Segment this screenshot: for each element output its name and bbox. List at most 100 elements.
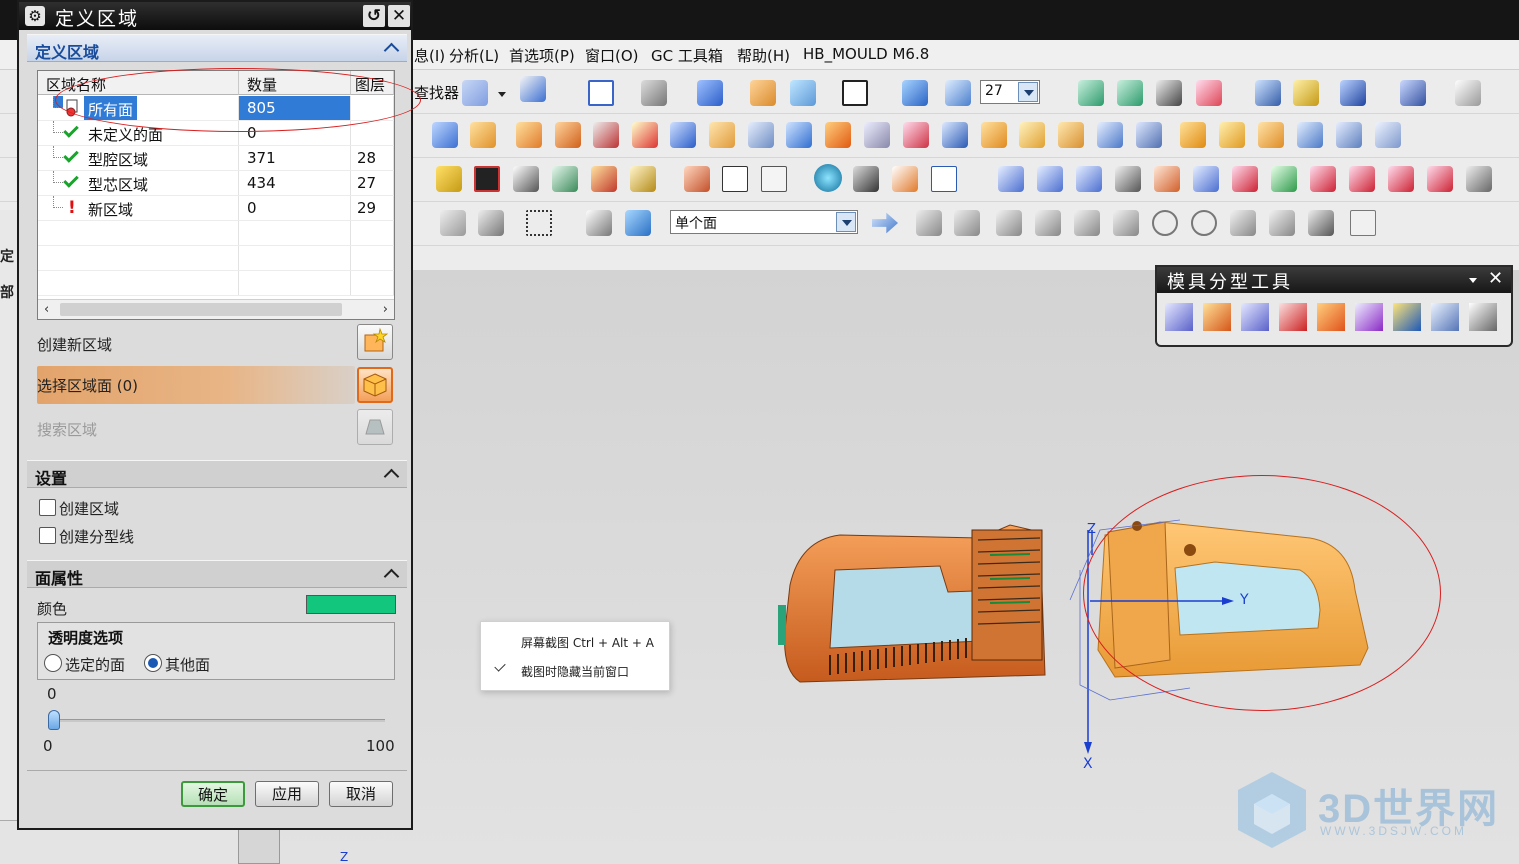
monitor-icon[interactable] — [474, 166, 500, 192]
plane-icon[interactable] — [790, 80, 816, 106]
collapse-icon[interactable] — [383, 566, 401, 584]
sphere-icon[interactable] — [814, 164, 842, 192]
mould-init-icon[interactable] — [1117, 80, 1143, 106]
box-icon[interactable] — [942, 122, 968, 148]
gear-icon[interactable]: ⚙ — [25, 6, 45, 26]
blend-icon[interactable] — [825, 122, 851, 148]
apply-button[interactable]: 应用 — [255, 781, 319, 807]
menu-preferences[interactable]: 首选项(P) — [509, 45, 575, 66]
face-select-13-icon[interactable] — [1466, 166, 1492, 192]
pin-icon[interactable] — [591, 166, 617, 192]
face-select-3-icon[interactable] — [1076, 166, 1102, 192]
select-region-faces-row[interactable]: 选择区域面 (0) — [37, 366, 355, 404]
region-analysis-icon[interactable] — [1165, 303, 1193, 331]
snap-point-icon[interactable] — [916, 210, 942, 236]
radio-selected-faces[interactable] — [44, 654, 62, 672]
analysis-icon[interactable] — [1400, 80, 1426, 106]
create-parting-line-checkbox[interactable] — [39, 527, 56, 544]
sweep-icon[interactable] — [1219, 122, 1245, 148]
reset-icon[interactable]: ↺ — [363, 5, 385, 27]
face-select-10-icon[interactable] — [1349, 166, 1375, 192]
replace-face-icon[interactable] — [1336, 122, 1362, 148]
transparency-slider-handle[interactable] — [48, 710, 60, 730]
snap-existing-icon[interactable] — [1230, 210, 1256, 236]
workpiece-icon[interactable] — [1255, 80, 1281, 106]
face-select-7-icon[interactable] — [1232, 166, 1258, 192]
window-icon[interactable] — [761, 166, 787, 192]
create-region-button[interactable] — [357, 324, 393, 360]
mould-csys-icon[interactable] — [1156, 80, 1182, 106]
face-properties-section-header[interactable]: 面属性 — [27, 560, 407, 588]
horizontal-scrollbar[interactable]: ‹ › — [38, 299, 394, 319]
slot-icon[interactable] — [1019, 122, 1045, 148]
search-region-button[interactable] — [357, 409, 393, 445]
body-icon[interactable] — [625, 210, 651, 236]
menu-hb-mould[interactable]: HB_MOULD M6.8 — [803, 45, 929, 63]
column-header-count[interactable]: 数量 — [239, 71, 351, 95]
selection-filter-select[interactable]: 单个面 — [670, 210, 858, 234]
work-layer-icon[interactable] — [902, 80, 928, 106]
pad-icon[interactable] — [1136, 122, 1162, 148]
measure-icon[interactable] — [1455, 80, 1481, 106]
settings-section-header[interactable]: 设置 — [27, 460, 407, 488]
select-faces-button[interactable] — [357, 367, 393, 403]
snap-face-icon[interactable] — [1308, 210, 1334, 236]
define-region-icon[interactable] — [1241, 303, 1269, 331]
menu-item-hide-window[interactable]: 截图时隐藏当前窗口 — [521, 663, 629, 680]
close-icon[interactable]: ✕ — [1487, 269, 1507, 289]
extrude-icon[interactable] — [516, 122, 542, 148]
ok-button[interactable]: 确定 — [181, 781, 245, 807]
snap-quadrant-icon[interactable] — [1191, 210, 1217, 236]
face-select-4-icon[interactable] — [1115, 166, 1141, 192]
radio-other-faces[interactable] — [144, 654, 162, 672]
table-icon[interactable] — [722, 166, 748, 192]
chevron-down-icon[interactable] — [498, 92, 506, 97]
surface-icon[interactable] — [1297, 122, 1323, 148]
shell-icon[interactable] — [470, 122, 496, 148]
face-select-1-icon[interactable] — [998, 166, 1024, 192]
snap-control-icon[interactable] — [1035, 210, 1061, 236]
cancel-button[interactable]: 取消 — [329, 781, 393, 807]
snap-center-icon[interactable] — [1152, 210, 1178, 236]
table-row[interactable]: 型芯区域 434 27 — [38, 171, 394, 196]
curve-icon[interactable] — [462, 80, 488, 106]
design-surface-icon[interactable] — [1355, 303, 1383, 331]
background-icon[interactable] — [842, 80, 868, 106]
table-row[interactable]: 所有面 805 — [38, 96, 394, 121]
snap-mid-icon[interactable] — [954, 210, 980, 236]
coord-icon[interactable] — [436, 166, 462, 192]
parting-lines-icon[interactable] — [1279, 303, 1307, 331]
rectangle-select-icon[interactable] — [526, 210, 552, 236]
info-icon[interactable] — [520, 76, 546, 102]
define-region-section-header[interactable]: 定义区域 — [27, 34, 407, 62]
table-row[interactable]: ! 新区域 0 29 — [38, 196, 394, 221]
snap-curve-icon[interactable] — [1269, 210, 1295, 236]
ejector-icon[interactable] — [630, 166, 656, 192]
face-select-11-icon[interactable] — [1388, 166, 1414, 192]
work-layer-select[interactable]: 27 — [980, 80, 1040, 104]
document-icon[interactable] — [931, 166, 957, 192]
split-icon[interactable] — [670, 122, 696, 148]
hole-icon[interactable] — [1097, 122, 1123, 148]
menu-item-screenshot[interactable]: 屏幕截图 Ctrl + Alt + A — [521, 634, 654, 651]
collapse-icon[interactable] — [383, 40, 401, 58]
fit-view-icon[interactable] — [588, 80, 614, 106]
refresh-icon[interactable] — [892, 166, 918, 192]
select-icon[interactable] — [440, 210, 466, 236]
grid-icon[interactable] — [513, 166, 539, 192]
scroll-right-icon[interactable]: › — [383, 302, 388, 317]
menu-analysis[interactable]: 分析(L) — [449, 45, 499, 66]
thicken-icon[interactable] — [864, 122, 890, 148]
table-row[interactable]: 型腔区域 371 28 — [38, 146, 394, 171]
close-icon[interactable]: ✕ — [388, 5, 410, 27]
snap-intersect-icon[interactable] — [1074, 210, 1100, 236]
pocket-icon[interactable] — [981, 122, 1007, 148]
render-style-icon[interactable] — [641, 80, 667, 106]
scale-icon[interactable] — [748, 122, 774, 148]
menu-window[interactable]: 窗口(O) — [585, 45, 639, 66]
column-header-name[interactable]: 区域名称 — [38, 71, 239, 95]
snap-end-icon[interactable] — [996, 210, 1022, 236]
gate-icon[interactable] — [684, 166, 710, 192]
eye-icon[interactable] — [853, 166, 879, 192]
solid-icon[interactable] — [586, 210, 612, 236]
